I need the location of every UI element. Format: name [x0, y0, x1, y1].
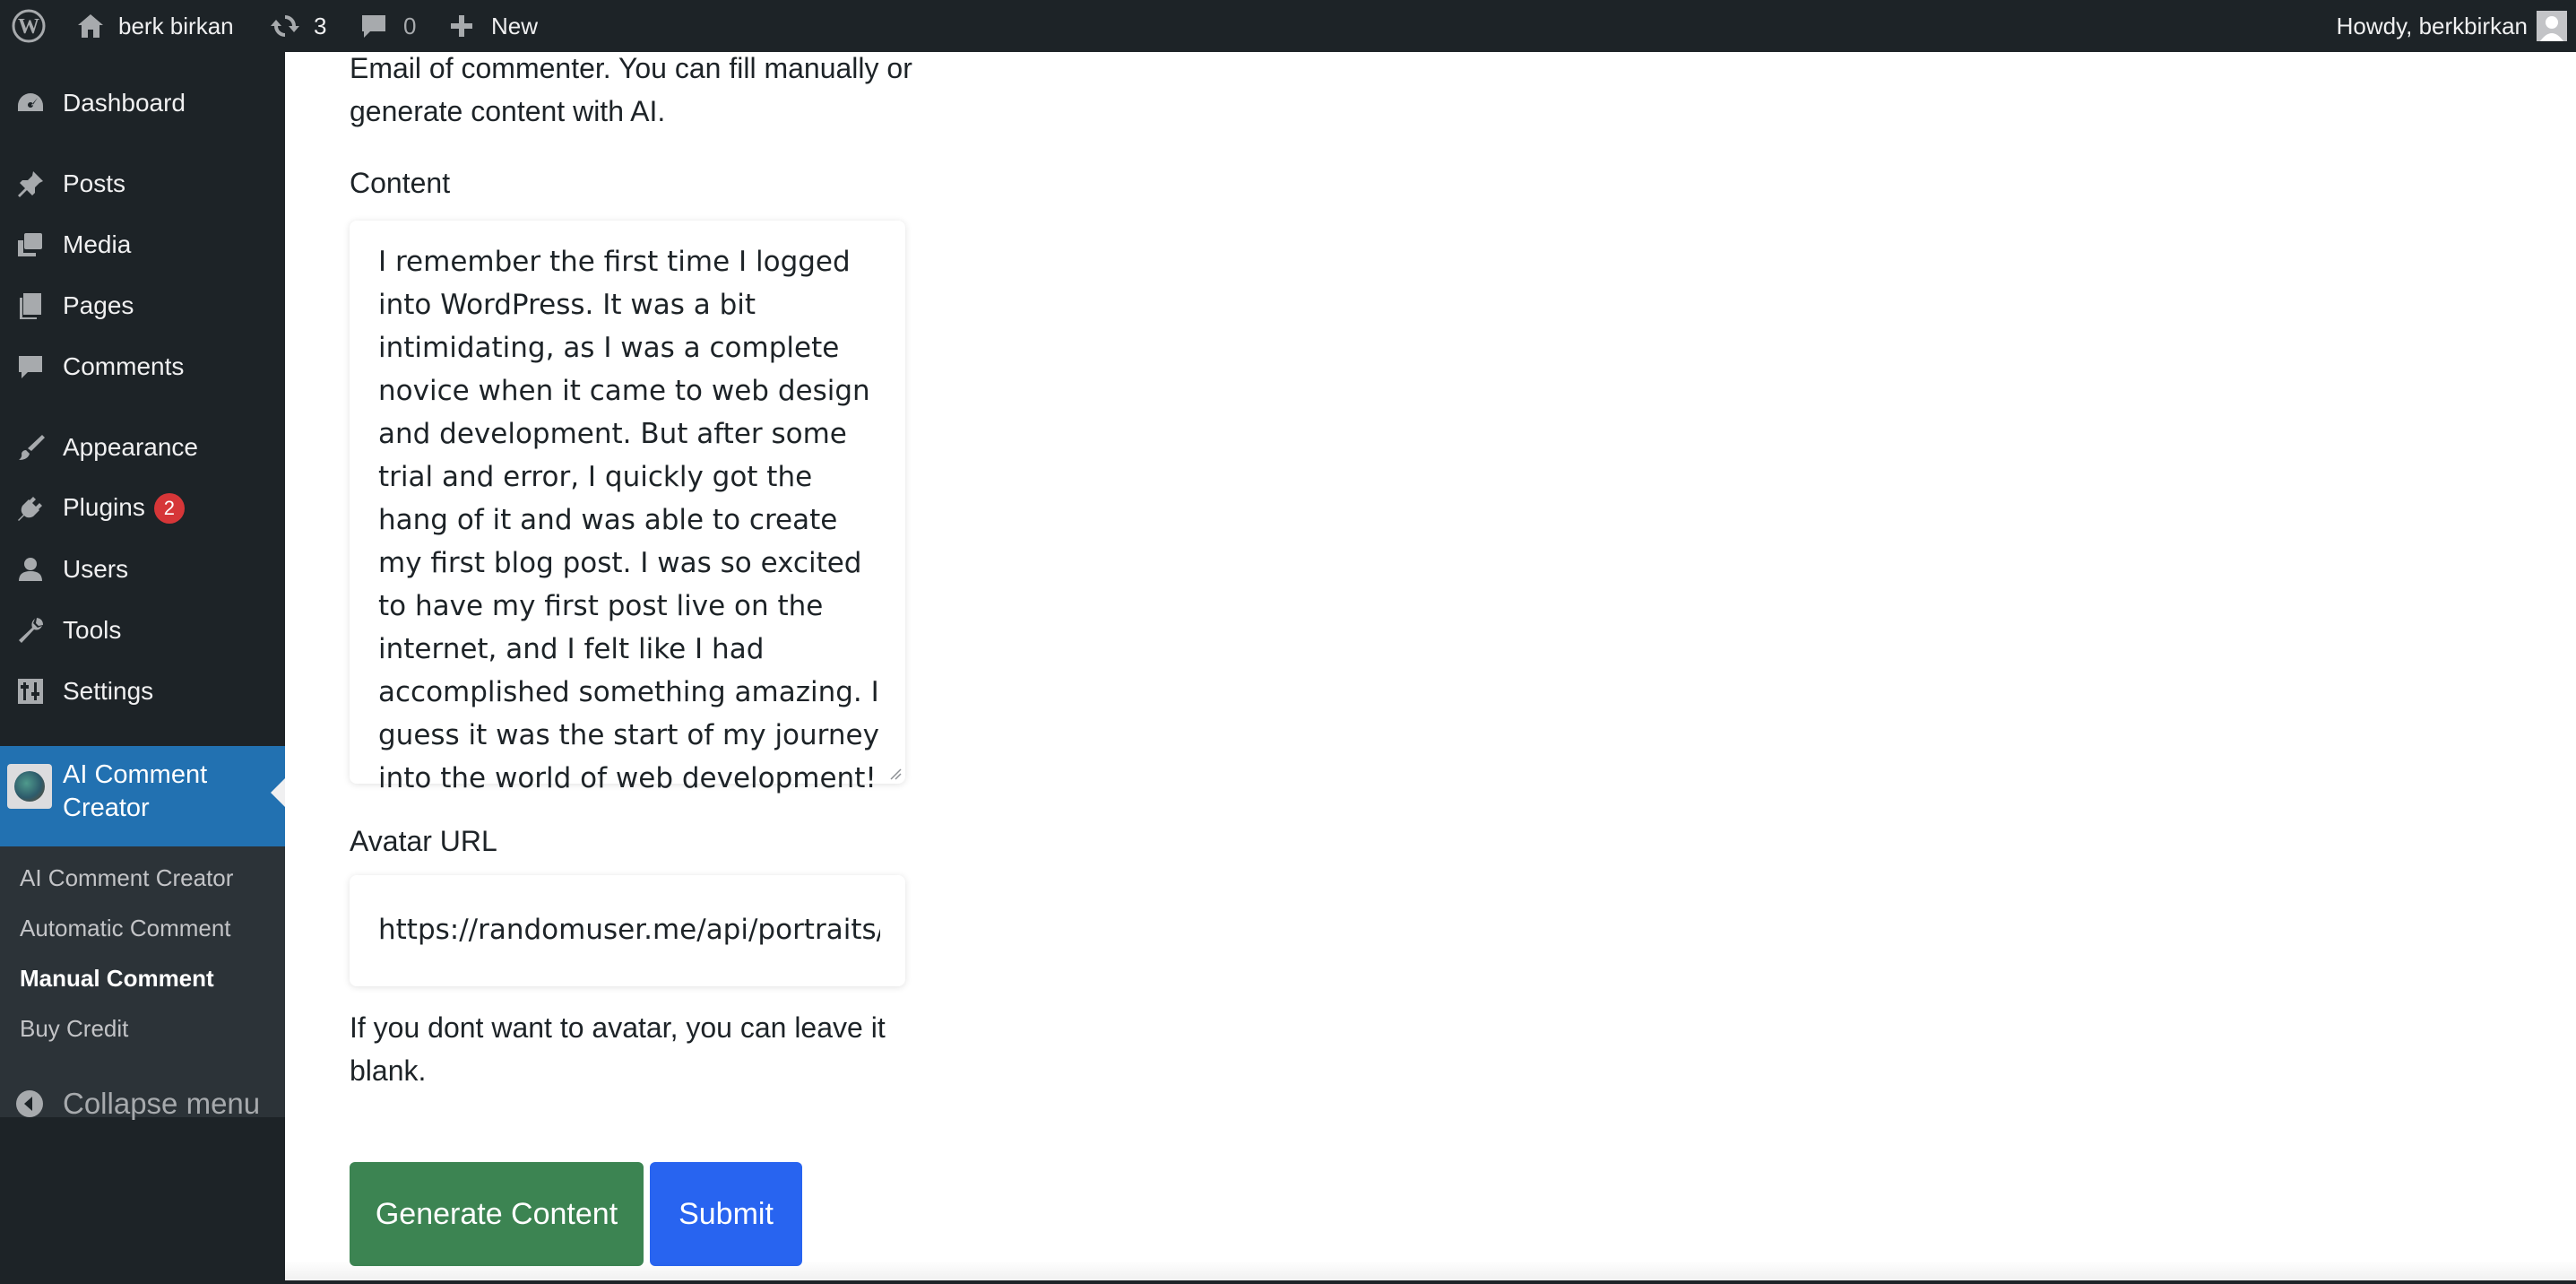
sidebar-item-pages[interactable]: Pages — [0, 279, 285, 333]
sidebar-item-label: Plugins 2 — [63, 493, 185, 525]
content-label: Content — [350, 167, 451, 199]
home-icon — [78, 14, 103, 38]
plugins-update-badge: 2 — [153, 493, 185, 525]
sidebar-item-posts[interactable]: Posts — [0, 157, 285, 211]
sidebar-item-label: Dashboard — [63, 89, 186, 117]
site-name-link[interactable]: berk birkan — [75, 0, 234, 52]
sidebar-item-plugins[interactable]: Plugins 2 — [0, 482, 285, 535]
wrench-icon — [14, 614, 47, 646]
collapse-menu-button[interactable]: Collapse menu — [0, 1081, 285, 1126]
avatar — [2537, 11, 2567, 41]
email-help-text: Email of commenter. You can fill manuall… — [350, 52, 912, 127]
ai-comment-creator-logo-icon — [7, 764, 52, 809]
comments-link[interactable]: 0 — [359, 0, 416, 52]
sidebar-item-comments[interactable]: Comments — [0, 340, 285, 394]
updates-link[interactable]: 3 — [269, 0, 326, 52]
comment-icon — [14, 351, 47, 383]
updates-icon — [271, 15, 299, 37]
collapse-arrow-icon — [14, 1089, 45, 1119]
wordpress-logo-icon[interactable]: W — [11, 0, 47, 52]
new-content-link[interactable]: New — [448, 0, 538, 52]
plug-icon — [14, 492, 47, 525]
resize-grip-icon[interactable] — [889, 768, 902, 780]
svg-text:W: W — [18, 15, 39, 39]
collapse-menu-label: Collapse menu — [63, 1087, 261, 1120]
sidebar-item-ai-comment-creator[interactable]: AI Comment Creator — [0, 746, 285, 846]
my-account-link[interactable]: Howdy, berkbirkan — [2337, 0, 2567, 52]
howdy-text: Howdy, berkbirkan — [2336, 12, 2528, 39]
submenu-item-buy-credit[interactable]: Buy Credit — [20, 1015, 128, 1043]
comment-bubble-icon — [362, 15, 385, 38]
avatar-help-text: If you dont want to avatar, you can leav… — [350, 1011, 886, 1087]
admin-sidebar: Dashboard Posts Media Pages Comments App… — [0, 52, 285, 1284]
sidebar-item-label: Users — [63, 555, 129, 583]
pages-icon — [14, 290, 47, 322]
main-content: Email of commenter. You can fill manuall… — [285, 52, 2576, 1280]
submenu-item-manual-comment[interactable]: Manual Comment — [20, 965, 214, 993]
sliders-icon — [14, 675, 47, 707]
sidebar-item-dashboard[interactable]: Dashboard — [0, 76, 285, 130]
submenu: AI Comment Creator Automatic Comment Man… — [0, 846, 285, 1117]
sidebar-item-appearance[interactable]: Appearance — [0, 421, 285, 474]
sidebar-item-label: Posts — [63, 169, 126, 197]
submenu-item-ai-comment-creator[interactable]: AI Comment Creator — [20, 864, 233, 892]
avatar-url-input[interactable] — [378, 907, 880, 952]
sidebar-item-label: AI Comment Creator — [63, 760, 208, 822]
sidebar-item-label: Comments — [63, 352, 185, 380]
comments-count: 0 — [403, 12, 417, 39]
sidebar-item-media[interactable]: Media — [0, 218, 285, 272]
plugins-label: Plugins — [63, 492, 145, 521]
content-bottom-shadow — [285, 1261, 2576, 1280]
sidebar-item-label: Appearance — [63, 433, 199, 461]
sidebar-item-label: Tools — [63, 616, 122, 644]
pin-icon — [14, 168, 47, 200]
site-name: berk birkan — [118, 12, 234, 39]
generate-content-button[interactable]: Generate Content — [350, 1162, 644, 1266]
content-textarea[interactable]: I remember the first time I logged into … — [350, 221, 905, 794]
submenu-item-automatic-comment[interactable]: Automatic Comment — [20, 915, 231, 942]
admin-bar: W berk birkan 3 0 New Howdy, berkbirkan — [0, 0, 2576, 52]
sidebar-item-tools[interactable]: Tools — [0, 603, 285, 657]
updates-count: 3 — [314, 12, 327, 39]
new-label: New — [491, 12, 539, 39]
dashboard-icon — [14, 87, 47, 119]
sidebar-item-label: Media — [63, 230, 132, 258]
sidebar-item-settings[interactable]: Settings — [0, 664, 285, 718]
sidebar-item-label: Settings — [63, 677, 154, 705]
content-textarea-value: I remember the first time I logged into … — [378, 246, 879, 794]
sidebar-item-users[interactable]: Users — [0, 542, 285, 596]
media-icon — [14, 229, 47, 261]
plus-icon — [451, 15, 472, 37]
user-icon — [14, 553, 47, 586]
sidebar-item-label: Pages — [63, 291, 134, 319]
brush-icon — [14, 431, 47, 464]
current-menu-arrow-icon — [271, 778, 285, 807]
avatar-url-label: Avatar URL — [350, 825, 497, 857]
submit-button[interactable]: Submit — [650, 1162, 802, 1266]
avatar-url-field[interactable] — [350, 875, 905, 986]
